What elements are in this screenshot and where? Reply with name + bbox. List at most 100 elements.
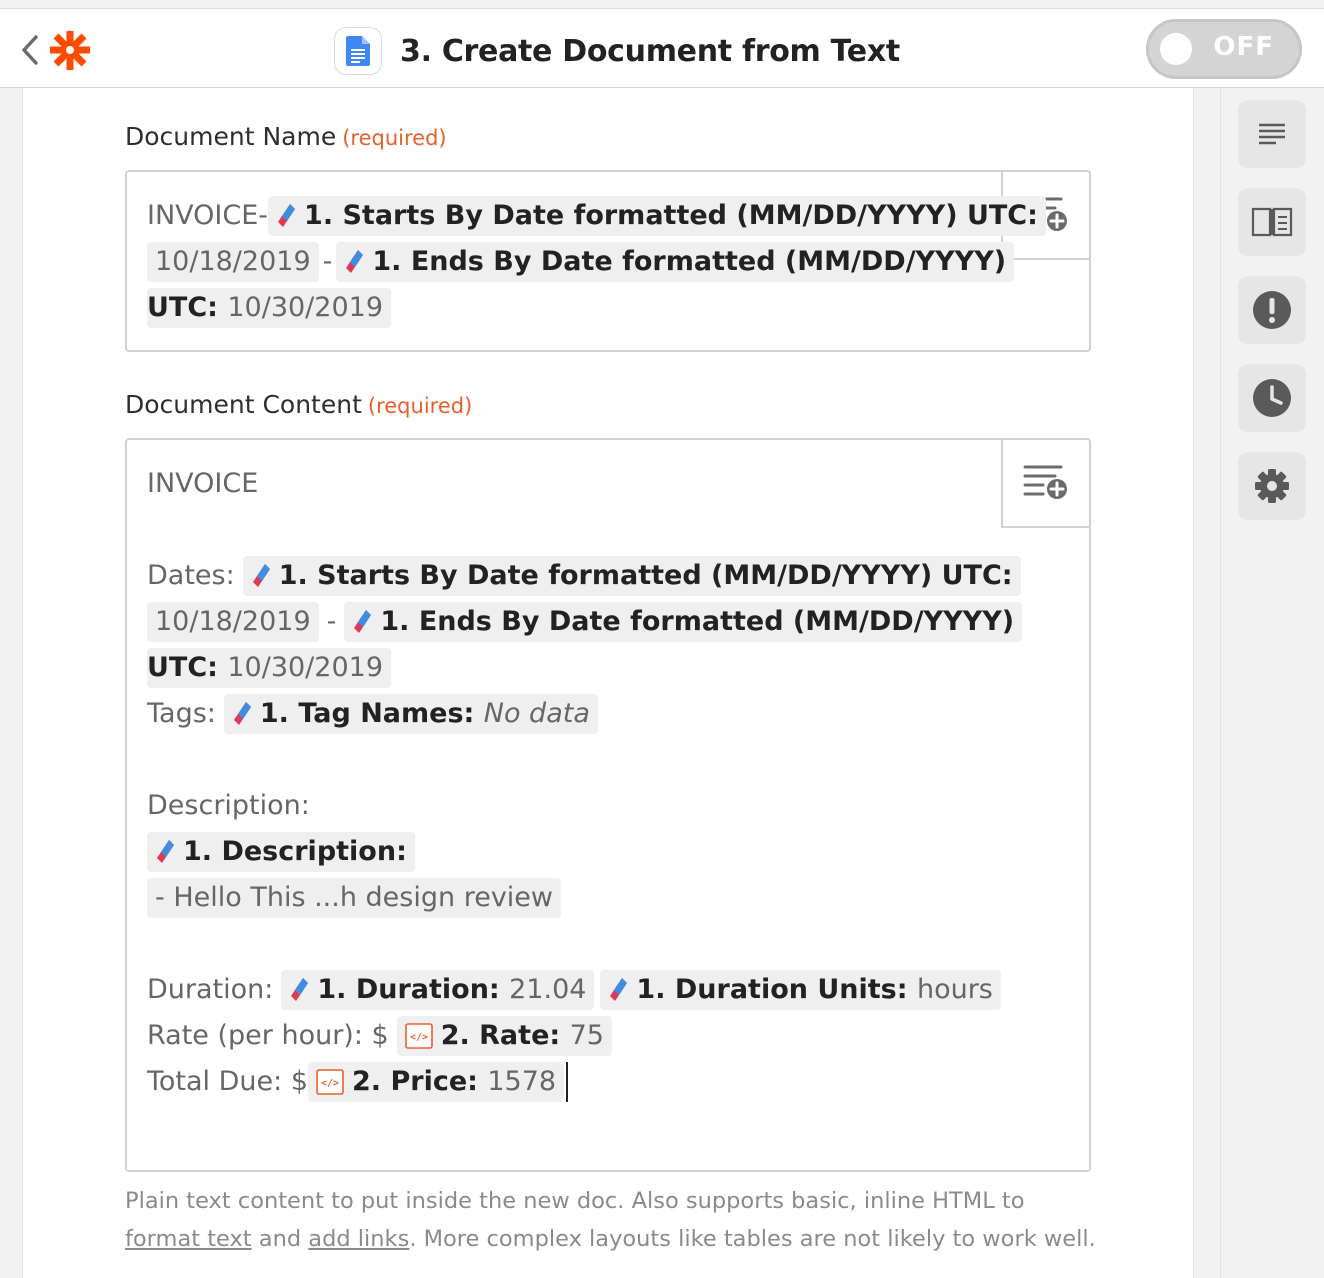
right-sidebar bbox=[1220, 88, 1324, 1278]
description-label: Description: bbox=[147, 790, 310, 821]
gear-icon bbox=[1255, 469, 1289, 503]
name-line-2: 10/18/2019- 1. Ends By Date formatted (MM… bbox=[147, 242, 1015, 282]
pill-label: UTC: bbox=[147, 292, 218, 323]
list-icon bbox=[1259, 123, 1285, 145]
zapier-logo-icon bbox=[50, 31, 90, 70]
pill-label: 1. Duration: bbox=[317, 974, 500, 1005]
description-key-line: 1. Description: bbox=[147, 832, 415, 872]
name-line-3: UTC: 10/30/2019 bbox=[147, 288, 391, 328]
required-marker: (required) bbox=[367, 394, 473, 418]
step-source-icon bbox=[252, 564, 270, 587]
dates-line-3: UTC: 10/30/2019 bbox=[147, 648, 391, 688]
toggle-label: OFF bbox=[1213, 32, 1274, 62]
step-source-icon bbox=[354, 610, 372, 633]
pill-label: 2. Price: bbox=[352, 1066, 478, 1097]
pill-label: 1. Starts By Date formatted (MM/DD/YYYY)… bbox=[278, 560, 1013, 591]
sidebar-outline-button[interactable] bbox=[1238, 100, 1306, 168]
name-line-1: INVOICE- 1. Starts By Date formatted (MM/… bbox=[147, 196, 1046, 236]
field-pill[interactable]: UTC: 10/30/2019 bbox=[147, 288, 391, 328]
field-pill[interactable]: 1. Description: bbox=[147, 832, 415, 872]
pill-label: 1. Ends By Date formatted (MM/DD/YYYY) bbox=[380, 606, 1015, 637]
step-title: 3. Create Document from Text bbox=[334, 27, 900, 75]
code-step-icon: </> bbox=[404, 1023, 433, 1049]
content-title-line: INVOICE bbox=[147, 464, 258, 504]
zap-on-off-toggle[interactable]: OFF bbox=[1146, 19, 1302, 79]
pill-label: 1. Ends By Date formatted (MM/DD/YYYY) bbox=[372, 246, 1007, 277]
insert-data-icon bbox=[1023, 465, 1067, 499]
step-source-icon bbox=[278, 204, 296, 227]
sidebar-settings-button[interactable] bbox=[1238, 452, 1306, 520]
rate-label: Rate (per hour): $ bbox=[147, 1020, 389, 1051]
field-pill[interactable]: 1. Starts By Date formatted (MM/DD/YYYY)… bbox=[242, 556, 1021, 596]
page-title: 3. Create Document from Text bbox=[400, 33, 900, 69]
sidebar-help-docs-button[interactable] bbox=[1238, 188, 1306, 256]
document-content-label: Document Content (required) bbox=[125, 390, 472, 419]
pill-label: 1. Starts By Date formatted (MM/DD/YYYY)… bbox=[304, 200, 1038, 231]
text-cursor bbox=[566, 1062, 569, 1102]
sidebar-alerts-button[interactable] bbox=[1238, 276, 1306, 344]
description-label-line: Description: bbox=[147, 786, 310, 826]
insert-data-button[interactable] bbox=[1001, 438, 1091, 528]
book-icon bbox=[1251, 207, 1293, 237]
pill-value: 21.04 bbox=[509, 974, 587, 1005]
field-pill[interactable]: 10/18/2019 bbox=[147, 242, 319, 282]
pill-value: No data bbox=[483, 698, 590, 729]
pill-value: 75 bbox=[569, 1020, 604, 1051]
pill-value: 10/18/2019 bbox=[155, 606, 311, 637]
help-text-1: Plain text content to put inside the new… bbox=[125, 1188, 1025, 1214]
pill-value: 10/18/2019 bbox=[155, 246, 311, 277]
tags-label: Tags: bbox=[147, 698, 216, 729]
field-pill[interactable]: UTC: 10/30/2019 bbox=[147, 648, 391, 688]
field-pill[interactable]: 1. Ends By Date formatted (MM/DD/YYYY) bbox=[344, 602, 1023, 642]
pill-value: 1578 bbox=[487, 1066, 557, 1097]
field-pill[interactable]: 1. Tag Names: No data bbox=[223, 694, 598, 734]
clock-icon bbox=[1253, 379, 1291, 417]
dates-line-1: Dates: 1. Starts By Date formatted (MM/DD… bbox=[147, 556, 1021, 596]
format-text-link[interactable]: format text bbox=[125, 1226, 252, 1252]
document-content-label-text: Document Content bbox=[125, 390, 362, 419]
rate-line: Rate (per hour): $ </> 2. Rate: 75 bbox=[147, 1016, 612, 1056]
step-editor-panel: Document Name(required) INVOICE-1. Sta bbox=[22, 88, 1194, 1278]
add-links-link[interactable]: add links bbox=[308, 1226, 409, 1252]
dates-label: Dates: bbox=[147, 560, 235, 591]
required-marker: (required) bbox=[342, 126, 447, 150]
step-source-icon bbox=[346, 250, 364, 273]
document-name-field[interactable]: INVOICE- 1. Starts By Date formatted (MM/… bbox=[125, 170, 1091, 352]
duration-label: Duration: bbox=[147, 974, 274, 1005]
field-pill[interactable]: </> 2. Price: 1578 bbox=[308, 1062, 565, 1102]
total-label: Total Due: $ bbox=[147, 1066, 309, 1097]
description-value-line: - Hello This ...h design review bbox=[147, 878, 561, 918]
tags-line: Tags: 1. Tag Names: No data bbox=[147, 694, 598, 734]
field-help-text: Plain text content to put inside the new… bbox=[125, 1182, 1105, 1258]
pill-value: 10/30/2019 bbox=[227, 292, 383, 323]
separator: - bbox=[326, 606, 337, 637]
document-name-label-text: Document Name bbox=[125, 122, 337, 151]
help-and: and bbox=[251, 1226, 309, 1252]
step-source-icon bbox=[291, 978, 309, 1001]
field-pill[interactable]: </> 2. Rate: 75 bbox=[396, 1016, 612, 1056]
field-pill[interactable]: 10/18/2019 bbox=[147, 602, 319, 642]
content-title: INVOICE bbox=[147, 468, 259, 499]
pill-value: hours bbox=[916, 974, 993, 1005]
sidebar-history-button[interactable] bbox=[1238, 364, 1306, 432]
pill-label: UTC: bbox=[147, 652, 218, 683]
field-pill[interactable]: 1. Duration Units: hours bbox=[600, 970, 1001, 1010]
svg-text:</>: </> bbox=[321, 1078, 339, 1089]
alert-icon bbox=[1253, 291, 1291, 329]
pill-label: 2. Rate: bbox=[440, 1020, 561, 1051]
field-pill[interactable]: 1. Duration: 21.04 bbox=[281, 970, 595, 1010]
document-name-label: Document Name (required) bbox=[125, 122, 447, 151]
field-pill[interactable]: 1. Starts By Date formatted (MM/DD/YYYY)… bbox=[268, 196, 1046, 236]
pill-value: - Hello This ...h design review bbox=[155, 882, 553, 913]
step-source-icon bbox=[233, 702, 251, 725]
document-content-field[interactable]: INVOICE Dates: 1. Starts By Date formatte… bbox=[125, 438, 1091, 1172]
toggle-knob bbox=[1160, 33, 1192, 65]
help-text-2: . More complex layouts like tables are n… bbox=[409, 1226, 1096, 1252]
pill-label: 1. Duration Units: bbox=[636, 974, 908, 1005]
field-pill-value[interactable]: - Hello This ...h design review bbox=[147, 878, 561, 918]
name-prefix: INVOICE- bbox=[147, 200, 269, 231]
field-pill[interactable]: 1. Ends By Date formatted (MM/DD/YYYY) bbox=[336, 242, 1015, 282]
editor-header: 3. Create Document from Text OFF bbox=[0, 8, 1324, 88]
total-line: Total Due: $ </> 2. Price: 1578 bbox=[147, 1062, 569, 1102]
back-button[interactable] bbox=[18, 31, 98, 71]
